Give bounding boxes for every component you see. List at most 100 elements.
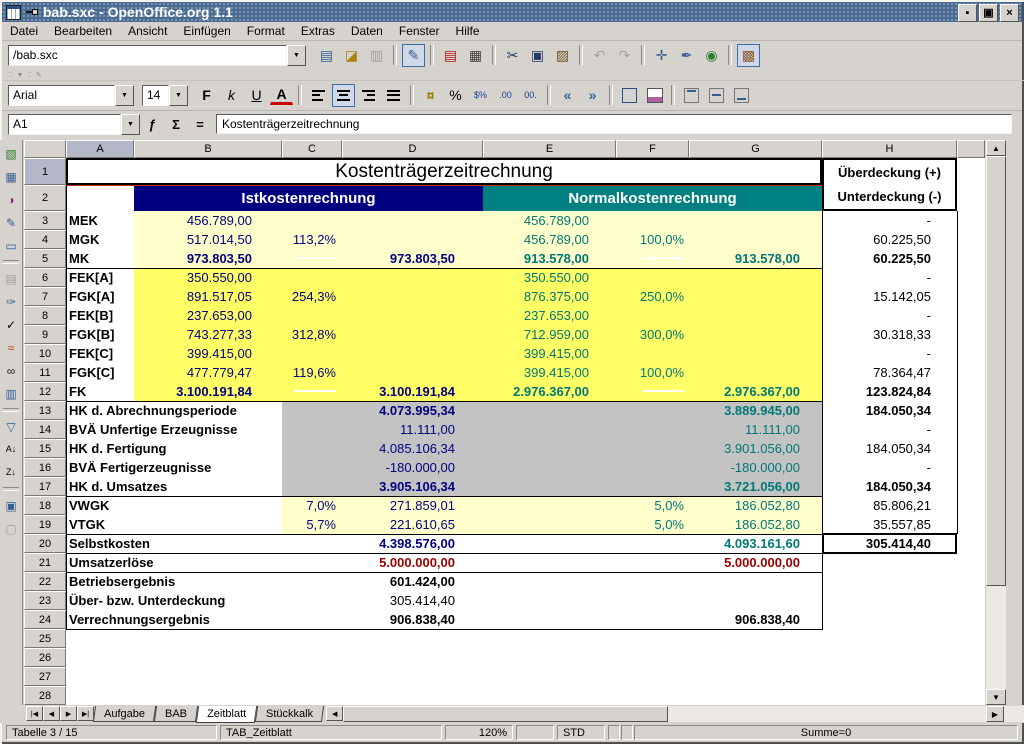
row-label[interactable]: MGK <box>69 230 99 249</box>
column-header-D[interactable]: D <box>342 140 483 158</box>
scroll-right-button[interactable]: ▶ <box>986 706 1004 722</box>
cell-C5[interactable] <box>282 249 336 268</box>
open-icon[interactable]: ◪ <box>340 44 363 67</box>
next-sheet-button[interactable]: ▶ <box>60 706 77 721</box>
align-top-button[interactable] <box>680 84 703 107</box>
row-label[interactable]: HK d. Fertigung <box>69 439 167 458</box>
sort-ascending-icon[interactable]: A↓ <box>1 439 21 460</box>
cell-D13[interactable]: 4.073.995,34 <box>342 401 455 420</box>
menu-extras[interactable]: Extras <box>293 23 343 39</box>
cell-D22[interactable]: 601.424,00 <box>342 572 455 591</box>
cell-G19[interactable]: 186.052,80 <box>689 515 800 534</box>
first-sheet-button[interactable]: |◀ <box>26 706 43 721</box>
save-icon[interactable]: ▥ <box>365 44 388 67</box>
row-header-3[interactable]: 3 <box>24 211 66 230</box>
insert-icon[interactable]: ▧ <box>1 143 21 164</box>
formula-input-line[interactable]: Kostenträgerzeitrechnung <box>216 114 1012 134</box>
column-header-I[interactable] <box>957 140 985 158</box>
cell-G13[interactable]: 3.889.945,00 <box>689 401 800 420</box>
row-header-4[interactable]: 4 <box>24 230 66 249</box>
cell-D17[interactable]: 3.905.106,34 <box>342 477 455 496</box>
cell-F19[interactable]: 5,0% <box>616 515 684 534</box>
cell-B12[interactable]: 3.100.191,84 <box>134 382 252 401</box>
cell-G14[interactable]: 11.111,00 <box>689 420 800 439</box>
url-combobox[interactable]: /bab.sxc ▼ <box>8 45 306 66</box>
sheet-tab-zeitblatt[interactable]: Zeitblatt <box>196 706 258 723</box>
cell-reference-box[interactable]: A1 ▼ <box>8 114 140 135</box>
cell-C11[interactable]: 119,6% <box>282 363 336 382</box>
cell-D23[interactable]: 305.414,40 <box>342 591 455 610</box>
cell-E10[interactable]: 399.415,00 <box>483 344 589 363</box>
row-header-24[interactable]: 24 <box>24 610 66 629</box>
cell-E12[interactable]: 2.976.367,00 <box>483 382 589 401</box>
row-header-25[interactable]: 25 <box>24 629 66 648</box>
font-name-value[interactable]: Arial <box>8 85 115 106</box>
data-sources-icon[interactable]: ▥ <box>1 383 21 404</box>
number-currency-button[interactable]: ¤ <box>419 84 442 107</box>
redo-icon[interactable]: ↷ <box>613 44 636 67</box>
sheet-title-cell[interactable]: Kostenträgerzeitrechnung <box>66 158 822 185</box>
row-header-13[interactable]: 13 <box>24 401 66 420</box>
row-header-8[interactable]: 8 <box>24 306 66 325</box>
insert-cells-icon[interactable]: ▦ <box>1 166 21 187</box>
align-bottom-button[interactable] <box>730 84 753 107</box>
cell-D24[interactable]: 906.838,40 <box>342 610 455 629</box>
font-color-button[interactable]: A <box>270 85 293 105</box>
cell-D12[interactable]: 3.100.191,84 <box>342 382 455 401</box>
cell-H14[interactable]: - <box>822 420 931 439</box>
font-size-combobox[interactable]: 14 ▼ <box>142 85 188 106</box>
tab-scroll-left-button[interactable]: ◀ <box>326 706 343 721</box>
cell-G15[interactable]: 3.901.056,00 <box>689 439 800 458</box>
row-label[interactable]: BVÄ Unfertige Erzeugnisse <box>69 420 237 439</box>
edit-file-icon[interactable]: ✎ <box>402 44 425 67</box>
cell-F18[interactable]: 5,0% <box>616 496 684 515</box>
cell-E5[interactable]: 913.578,00 <box>483 249 589 268</box>
hscroll-thumb[interactable] <box>343 706 668 722</box>
cell-H17[interactable]: 184.050,34 <box>822 477 931 496</box>
cell-C19[interactable]: 5,7% <box>282 515 336 534</box>
cell-B9[interactable]: 743.277,33 <box>134 325 252 344</box>
column-header-G[interactable]: G <box>689 140 822 158</box>
font-name-combobox[interactable]: Arial ▼ <box>8 85 134 106</box>
status-mode[interactable]: STD <box>557 725 605 740</box>
menu-daten[interactable]: Daten <box>343 23 391 39</box>
column-header-E[interactable]: E <box>483 140 616 158</box>
column-header-A[interactable]: A <box>66 140 134 158</box>
cell-H11[interactable]: 78.364,47 <box>822 363 931 382</box>
cell-F7[interactable]: 250,0% <box>616 287 684 306</box>
navigator-icon[interactable]: ✛ <box>650 44 673 67</box>
sheet-tab-aufgabe[interactable]: Aufgabe <box>93 706 156 722</box>
delete-decimal-button[interactable]: 00. <box>519 84 542 107</box>
cell-E6[interactable]: 350.550,00 <box>483 268 589 287</box>
borders-button[interactable] <box>618 84 641 107</box>
cell-E3[interactable]: 456.789,00 <box>483 211 589 230</box>
number-percent-button[interactable]: % <box>444 84 467 107</box>
cell-H5[interactable]: 60.225,50 <box>822 249 931 268</box>
insert-chart-icon[interactable]: ◑ <box>1 189 21 210</box>
number-format-button[interactable]: $% <box>469 84 492 107</box>
row-label[interactable]: HK d. Abrechnungsperiode <box>69 401 237 420</box>
cut-icon[interactable]: ✂ <box>501 44 524 67</box>
undo-icon[interactable]: ↶ <box>588 44 611 67</box>
insert-frame-icon[interactable]: ▤ <box>1 268 21 289</box>
cell-E8[interactable]: 237.653,00 <box>483 306 589 325</box>
row-header-26[interactable]: 26 <box>24 648 66 667</box>
status-sheet-name[interactable]: TAB_Zeitblatt <box>220 725 442 740</box>
align-right-button[interactable] <box>357 84 380 107</box>
align-center-button[interactable] <box>332 84 355 107</box>
scroll-down-button[interactable]: ▼ <box>986 689 1006 705</box>
row-label[interactable]: FEK[A] <box>69 268 113 287</box>
cell-C7[interactable]: 254,3% <box>282 287 336 306</box>
row-header-11[interactable]: 11 <box>24 363 66 382</box>
cell-D20[interactable]: 4.398.576,00 <box>342 534 455 553</box>
find-replace-icon[interactable]: ∞ <box>1 360 21 381</box>
cell-F5[interactable] <box>616 249 684 268</box>
spellcheck-icon[interactable]: ✓ <box>1 314 21 335</box>
cell-B6[interactable]: 350.550,00 <box>134 268 252 287</box>
row-header-6[interactable]: 6 <box>24 268 66 287</box>
row-header-7[interactable]: 7 <box>24 287 66 306</box>
cell-C9[interactable]: 312,8% <box>282 325 336 344</box>
print-icon[interactable]: ▦ <box>464 44 487 67</box>
bold-button[interactable]: F <box>195 84 218 107</box>
menu-format[interactable]: Format <box>239 23 293 39</box>
